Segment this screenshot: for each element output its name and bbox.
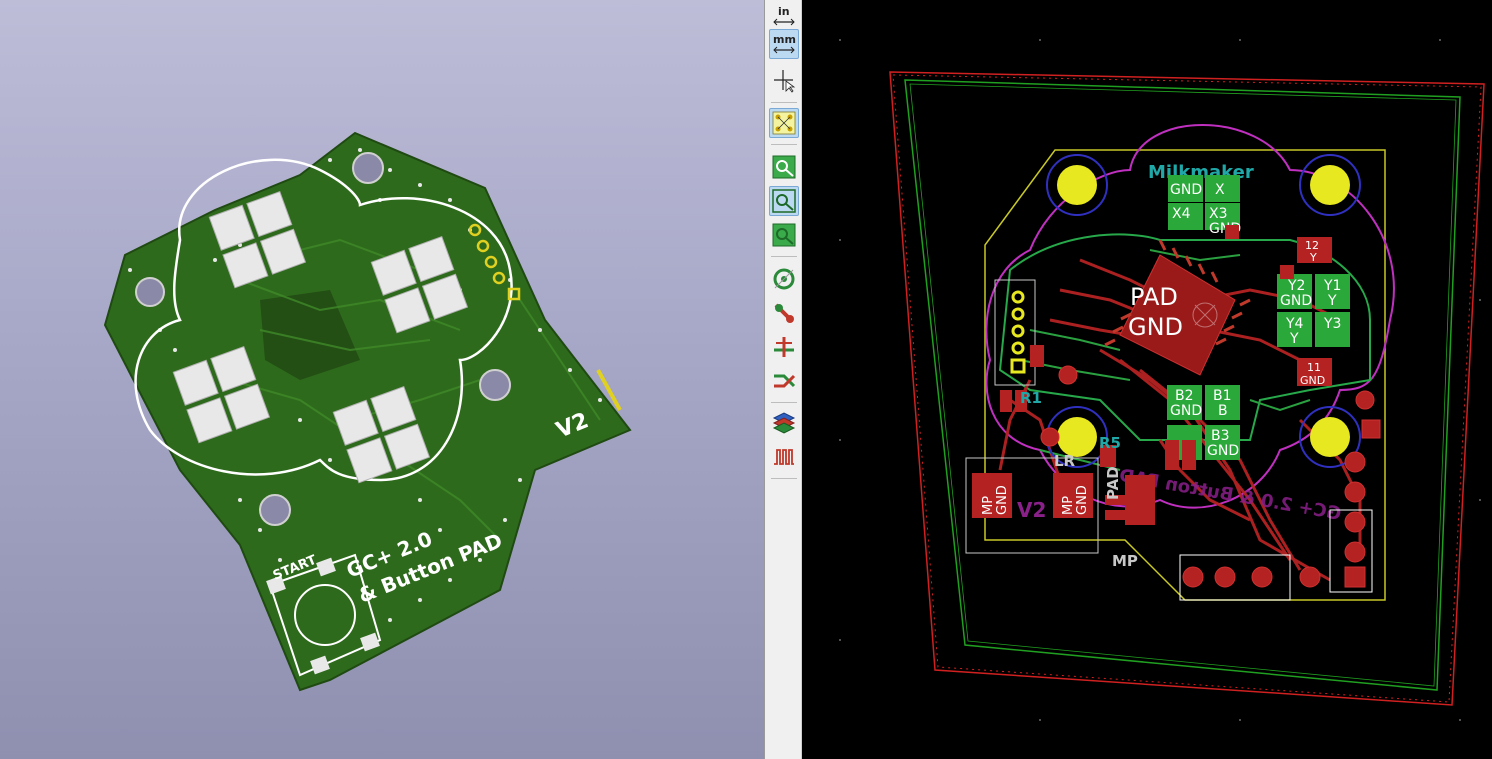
pad-11-net: GND (1300, 374, 1325, 387)
3d-viewer-canvas[interactable]: START GC+ 2.0 & Button PAD V2 (0, 0, 764, 759)
pad-label: X4 (1172, 206, 1191, 222)
mp-net: GND (1075, 485, 1090, 515)
ref-label: MP (1112, 552, 1138, 570)
pad-label: Y3 (1323, 316, 1341, 332)
crosshair-cursor-icon (774, 70, 796, 93)
zone-sketch-icon (772, 223, 796, 247)
units-inch-button[interactable]: in (769, 1, 799, 31)
pcb-editor-canvas[interactable]: PAD GND Milkmaker GND X X4 X3 GND (802, 0, 1492, 759)
ref-label: LR (1054, 452, 1076, 470)
mp-net: GND (995, 485, 1010, 515)
pad-label: GND (1280, 293, 1312, 309)
center-pad-label-1: PAD (1130, 283, 1178, 311)
show-ratsnest-button[interactable] (769, 108, 799, 138)
ref-label: R5 (1099, 434, 1121, 452)
layers-icon (772, 412, 796, 434)
pad-label: Y4 (1285, 316, 1304, 332)
high-contrast-button[interactable] (769, 366, 799, 396)
microwave-tools-button[interactable] (769, 442, 799, 472)
pad-label: Y (1289, 331, 1299, 347)
pad-label: GND (1207, 443, 1239, 459)
via-sketch-button[interactable] (769, 264, 799, 294)
ratsnest-icon (772, 111, 796, 135)
pad-label: GND (1170, 403, 1202, 419)
3d-board-render: START GC+ 2.0 & Button PAD V2 (103, 131, 632, 692)
pad-label: B (1218, 403, 1228, 419)
high-contrast-icon (774, 374, 796, 388)
pad-label: X (1215, 182, 1225, 198)
pad-label: X3 (1209, 206, 1228, 222)
ref-label: PAD (1104, 466, 1122, 500)
track-sketch-button[interactable] (769, 298, 799, 328)
pad-label: GND (1170, 182, 1202, 198)
mp-label: MP (1061, 496, 1076, 515)
pad-label: Y (1327, 293, 1337, 309)
units-mm-button[interactable]: mm (769, 29, 799, 59)
mp-label: MP (981, 496, 996, 515)
pad-sketch-button[interactable] (769, 332, 799, 362)
full-crosshair-button[interactable] (769, 66, 799, 96)
pad-label: B3 (1211, 428, 1230, 444)
pcb-layout-render: PAD GND Milkmaker GND X X4 X3 GND (839, 39, 1485, 721)
pad-label: Y2 (1287, 278, 1305, 294)
zone-fill-display-button[interactable] (769, 152, 799, 182)
pad-11-number: 11 (1307, 361, 1321, 374)
pad-label: Y1 (1323, 278, 1341, 294)
center-pad-label-2: GND (1128, 313, 1183, 341)
inch-icon: in (773, 5, 795, 26)
zone-filled-icon (772, 155, 796, 179)
zone-sketch-display-button[interactable] (769, 220, 799, 250)
pad-icon (774, 337, 794, 357)
pad-12-net: Y (1309, 251, 1317, 264)
track-icon (774, 303, 794, 323)
microwave-icon (774, 449, 794, 465)
mm-icon: mm (773, 33, 796, 54)
layers-manager-button[interactable] (769, 408, 799, 438)
ref-label: R1 (1020, 389, 1042, 407)
svg-text:mm: mm (773, 33, 796, 46)
pad-11: 11 GND (1297, 358, 1332, 387)
pad-label: B2 (1175, 388, 1194, 404)
svg-text:in: in (778, 5, 790, 18)
mp-pad-right: MP GND (1053, 473, 1093, 518)
version-mirrored: V2 (1017, 498, 1046, 522)
pad-12: 12 Y (1297, 237, 1332, 264)
zone-outline-display-button[interactable] (769, 186, 799, 216)
left-vertical-toolbar: in mm (764, 0, 802, 759)
pad-label: B1 (1213, 388, 1232, 404)
via-icon (773, 268, 795, 290)
zone-outline-icon (772, 189, 796, 213)
